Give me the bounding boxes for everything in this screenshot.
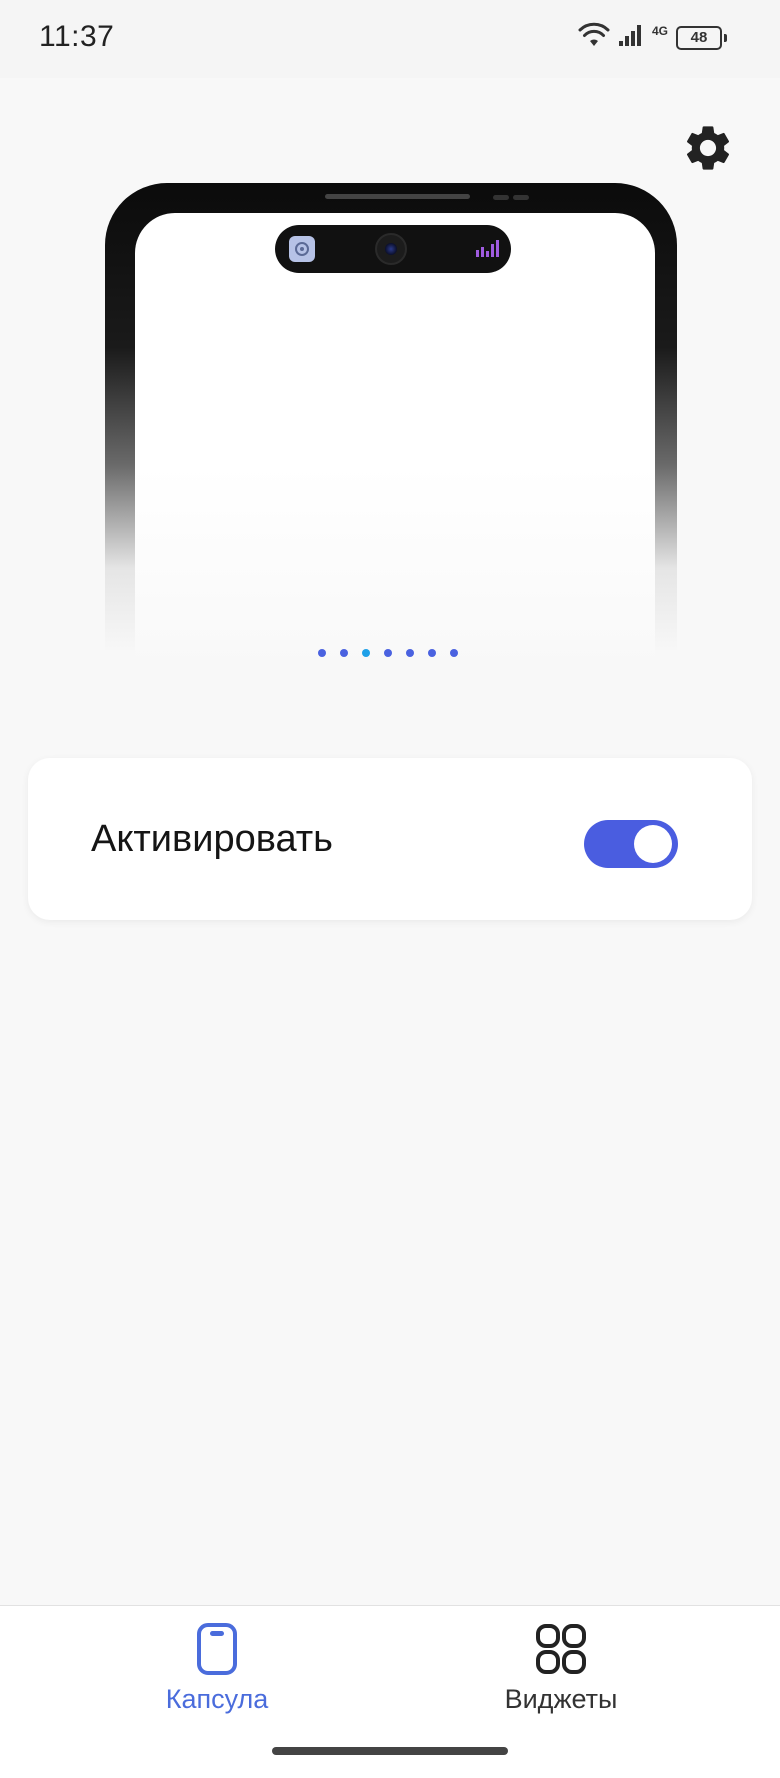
tab-widgets-label: Виджеты [504,1684,618,1714]
phone-speaker [325,194,470,199]
battery-icon: 48 [676,25,727,50]
network-type-label: 4G [651,23,668,38]
page-dot[interactable] [428,649,436,657]
equalizer-icon [476,239,499,257]
phone-sensor [493,195,509,200]
page-dot[interactable] [318,649,326,657]
wifi-icon [578,22,610,53]
phone-screen [135,213,655,673]
camera-icon [375,233,407,265]
page-dot[interactable] [384,649,392,657]
tab-capsule-label: Капсула [165,1684,269,1714]
toggle-knob [634,825,672,863]
page-dot-active[interactable] [362,649,370,657]
signal-icon [618,23,644,52]
capsule-island[interactable] [275,225,511,273]
page-dot[interactable] [406,649,414,657]
status-time: 11:37 [39,20,115,53]
activate-label: Активировать [91,818,333,860]
page-indicator [318,649,458,657]
activate-toggle[interactable] [584,820,678,868]
status-bar: 11:37 4G 48 [0,0,780,78]
page-dot[interactable] [340,649,348,657]
app-icon [289,236,315,262]
battery-level: 48 [690,28,708,46]
phone-outline-icon [117,1620,317,1678]
activate-card: Активировать [28,758,752,920]
phone-sensor [513,195,529,200]
tab-widgets[interactable]: Виджеты [461,1620,661,1730]
home-indicator[interactable] [272,1747,508,1755]
status-icons: 4G 48 [578,22,727,53]
tab-capsule[interactable]: Капсула [117,1620,317,1730]
settings-button[interactable] [678,120,738,180]
gear-icon [681,121,735,180]
widgets-grid-icon [461,1620,661,1678]
page-dot[interactable] [450,649,458,657]
